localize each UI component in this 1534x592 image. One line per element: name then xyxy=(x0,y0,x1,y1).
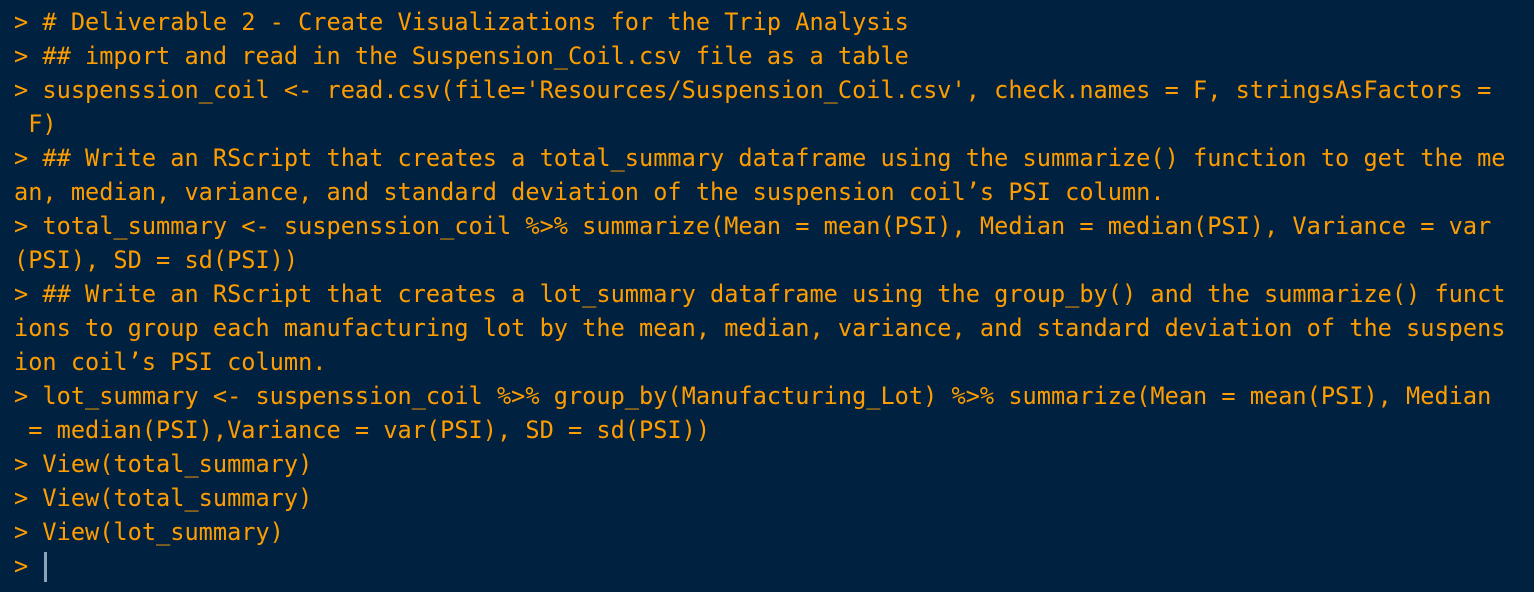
console-line: ion coil’s PSI column. xyxy=(14,348,327,376)
console-line: > # Deliverable 2 - Create Visualization… xyxy=(14,8,909,36)
console-line: > total_summary <- suspenssion_coil %>% … xyxy=(14,212,1492,240)
console-line: (PSI), SD = sd(PSI)) xyxy=(14,246,299,274)
console-line: ions to group each manufacturing lot by … xyxy=(14,314,1506,342)
console-line: > View(lot_summary) xyxy=(14,518,284,546)
console-prompt: > xyxy=(14,552,29,580)
console-line: an, median, variance, and standard devia… xyxy=(14,178,1165,206)
console-line: > ## Write an RScript that creates a tot… xyxy=(14,144,1506,172)
console-line: F) xyxy=(14,110,57,138)
console-line: > ## Write an RScript that creates a lot… xyxy=(14,280,1506,308)
r-console[interactable]: > # Deliverable 2 - Create Visualization… xyxy=(0,0,1534,592)
text-cursor xyxy=(44,551,48,582)
console-line: > View(total_summary) xyxy=(14,484,313,512)
console-input-line[interactable]: > xyxy=(0,549,1534,583)
console-line: > suspenssion_coil <- read.csv(file='Res… xyxy=(14,76,1492,104)
console-line: = median(PSI),Variance = var(PSI), SD = … xyxy=(14,416,711,444)
console-line: > View(total_summary) xyxy=(14,450,313,478)
console-line: > ## import and read in the Suspension_C… xyxy=(14,42,909,70)
console-line: > lot_summary <- suspenssion_coil %>% gr… xyxy=(14,382,1492,410)
